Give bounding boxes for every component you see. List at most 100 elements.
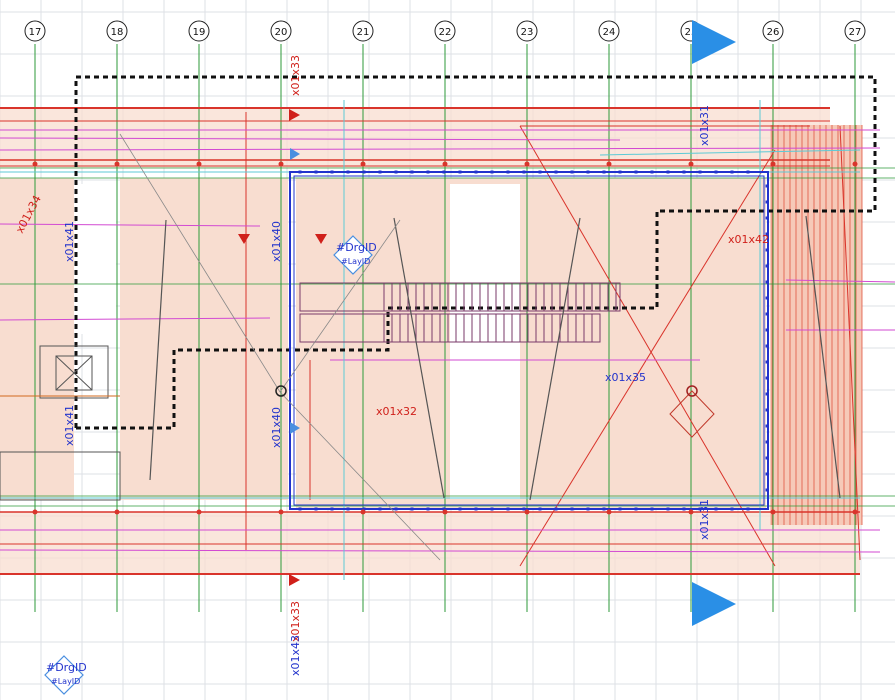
axis-bubble[interactable]: 21: [352, 20, 374, 42]
tag-blue[interactable]: x01x43: [289, 635, 302, 676]
wall-stud: [730, 170, 734, 174]
column-marker: [442, 161, 448, 167]
wall-stud: [666, 507, 670, 511]
tag-red[interactable]: x01x33: [289, 55, 302, 96]
elevation-triangle-icon[interactable]: [289, 574, 300, 586]
column-marker: [278, 161, 284, 167]
axis-bubble[interactable]: 24: [598, 20, 620, 42]
column-marker: [852, 509, 858, 515]
wall-stud: [650, 170, 654, 174]
wall-stud: [330, 170, 334, 174]
wall-stud: [765, 456, 769, 460]
slab-mid-left: [120, 178, 288, 500]
column-marker: [442, 509, 448, 515]
wall-stud: [714, 170, 718, 174]
section-marker-icon[interactable]: [692, 20, 736, 64]
wall-stud: [362, 170, 366, 174]
wall-stud: [765, 488, 769, 492]
wall-stud: [730, 507, 734, 511]
wall-stud: [426, 170, 430, 174]
axis-bubble[interactable]: 22: [434, 20, 456, 42]
wall-stud: [538, 170, 542, 174]
tag-blue[interactable]: x01x35: [605, 371, 646, 384]
wall-stud: [765, 408, 769, 412]
axis-bubble-label: 26: [767, 27, 780, 38]
axis-bubble-label: 17: [29, 27, 42, 38]
wall-stud: [765, 472, 769, 476]
axis-bubble-label: 22: [439, 27, 452, 38]
axis-bubble-label: 21: [357, 27, 370, 38]
column-marker: [278, 509, 284, 515]
tag-blue[interactable]: x01x41: [63, 405, 76, 446]
tag-red[interactable]: x01x42: [728, 233, 769, 246]
wall-stud: [522, 507, 526, 511]
axis-bubble[interactable]: 26: [762, 20, 784, 42]
axis-bubble-label: 24: [603, 27, 616, 38]
axis-bubble[interactable]: 17: [24, 20, 46, 42]
column-marker: [606, 509, 612, 515]
drawing-canvas[interactable]: 17 18 19 20 21 22 23 24 25 26 27 x01x33 x01x34 x01…: [0, 0, 895, 700]
axis-bubble[interactable]: 27: [844, 20, 866, 42]
wall-stud: [378, 170, 382, 174]
column-marker: [360, 161, 366, 167]
wall-stud: [586, 507, 590, 511]
drawing-id-lower[interactable]: #DrgID #LayID: [44, 655, 87, 695]
axis-bubble-label: 19: [193, 27, 206, 38]
column-marker: [196, 509, 202, 515]
wall-stud: [458, 170, 462, 174]
column-marker: [114, 509, 120, 515]
wall-stud: [410, 507, 414, 511]
tag-blue[interactable]: x01x31: [698, 499, 711, 540]
wall-stud: [698, 170, 702, 174]
wall-stud: [765, 296, 769, 300]
column-marker: [114, 161, 120, 167]
wall-stud: [765, 424, 769, 428]
wall-stud: [506, 170, 510, 174]
wall-stud: [314, 170, 318, 174]
drawing-id-label[interactable]: #DrgID: [336, 241, 377, 254]
wall-stud: [522, 170, 526, 174]
wall-stud: [765, 280, 769, 284]
axis-bubble[interactable]: 20: [270, 20, 292, 42]
wall-stud: [490, 507, 494, 511]
wall-stud: [618, 170, 622, 174]
tag-blue[interactable]: x01x40: [270, 407, 283, 448]
wall-stud: [682, 507, 686, 511]
wall-stud: [765, 184, 769, 188]
wall-stud: [602, 170, 606, 174]
section-marker-icon[interactable]: [692, 582, 736, 626]
grid-axis-bubbles[interactable]: 17 18 19 20 21 22 23 24 25 26 27: [24, 20, 866, 42]
column-marker: [606, 161, 612, 167]
axis-bubble[interactable]: 23: [516, 20, 538, 42]
wall-stud: [765, 312, 769, 316]
slab-bottom-band: [0, 512, 860, 574]
tag-blue[interactable]: x01x31: [698, 105, 711, 146]
wall-stud: [298, 507, 302, 511]
wall-stud: [394, 507, 398, 511]
wall-stud: [426, 507, 430, 511]
wall-stud: [506, 507, 510, 511]
tag-blue[interactable]: x01x40: [270, 221, 283, 262]
tag-red[interactable]: x01x32: [376, 405, 417, 418]
wall-stud: [765, 328, 769, 332]
axis-bubble[interactable]: 19: [188, 20, 210, 42]
wall-stud: [765, 376, 769, 380]
layout-id-label[interactable]: #LayID: [51, 677, 80, 686]
wall-stud: [650, 507, 654, 511]
wall-stud: [714, 507, 718, 511]
wall-stud: [298, 170, 302, 174]
wall-stud: [474, 170, 478, 174]
wall-stud: [442, 170, 446, 174]
column-marker: [524, 161, 530, 167]
layout-id-label[interactable]: #LayID: [341, 257, 370, 266]
wall-stud: [554, 507, 558, 511]
void-left: [76, 184, 116, 334]
floor-plan-drawing[interactable]: 17 18 19 20 21 22 23 24 25 26 27 x01x33 x01x34 x01…: [0, 0, 895, 700]
axis-bubble[interactable]: 18: [106, 20, 128, 42]
tag-blue[interactable]: x01x41: [63, 221, 76, 262]
drawing-id-label[interactable]: #DrgID: [46, 661, 87, 674]
wall-stud: [538, 507, 542, 511]
wall-stud: [474, 507, 478, 511]
column-marker: [688, 161, 694, 167]
column-marker: [32, 509, 38, 515]
